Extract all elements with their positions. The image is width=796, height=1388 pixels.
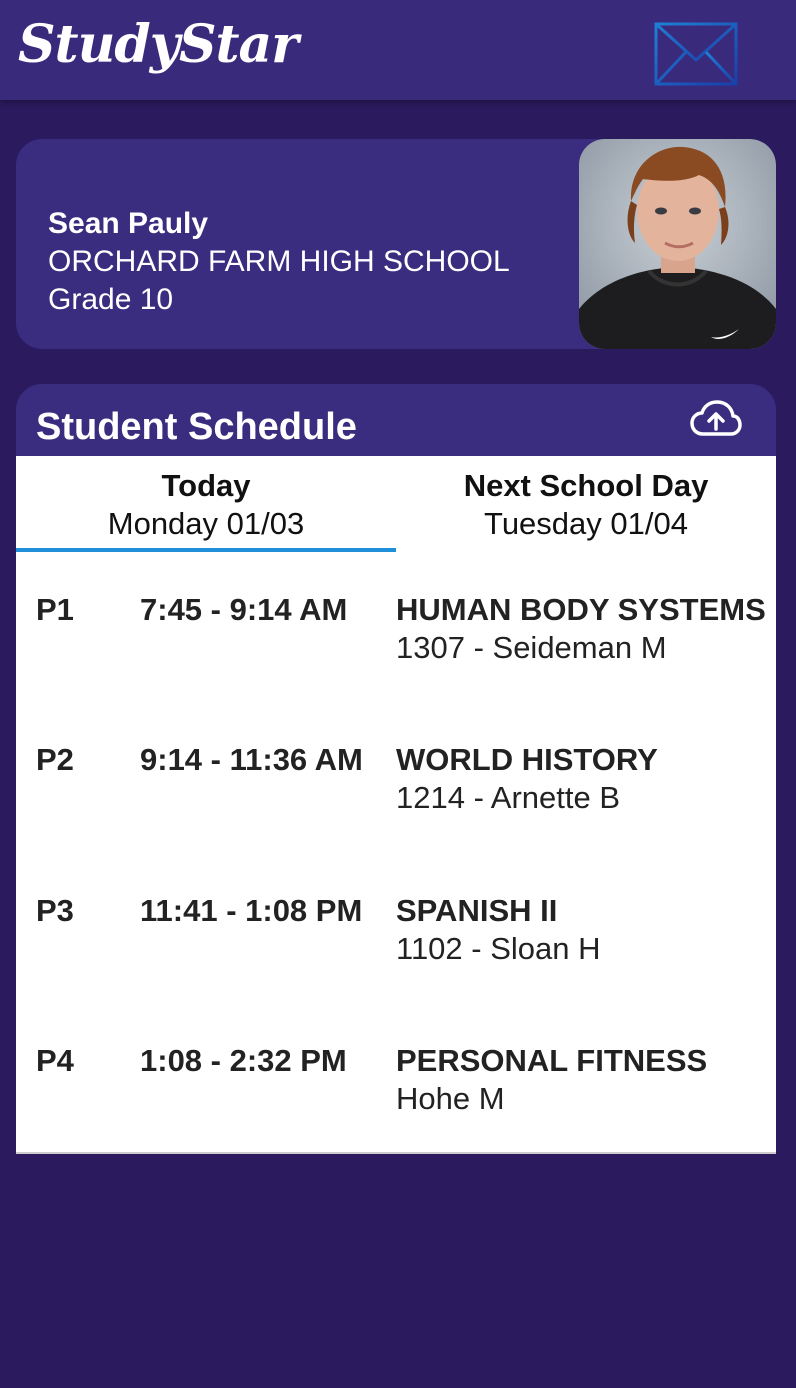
cloud-upload-icon bbox=[690, 400, 742, 436]
schedule-row[interactable]: P1 7:45 - 9:14 AM HUMAN BODY SYSTEMS 130… bbox=[16, 592, 776, 702]
period-number: P2 bbox=[36, 742, 74, 777]
room-teacher: Hohe M bbox=[396, 1081, 505, 1116]
mail-button[interactable] bbox=[654, 22, 738, 86]
tab-label: Next School Day bbox=[463, 468, 709, 503]
room-teacher: 1307 - Seideman M bbox=[396, 630, 667, 665]
app-screen: StudyStar Sean Pauly ORCHARD FARM HIGH S… bbox=[0, 0, 796, 1388]
course-name: PERSONAL FITNESS bbox=[396, 1043, 708, 1078]
tab-date: Tuesday 01/04 bbox=[484, 506, 688, 541]
period-time: 11:41 - 1:08 PM bbox=[140, 893, 363, 928]
tab-today[interactable]: Today Monday 01/03 bbox=[16, 456, 396, 552]
tab-next-school-day[interactable]: Next School Day Tuesday 01/04 bbox=[396, 456, 776, 552]
student-photo bbox=[579, 139, 776, 349]
student-name: Sean Pauly bbox=[48, 207, 209, 240]
tab-date: Monday 01/03 bbox=[107, 506, 305, 541]
schedule-row[interactable]: P3 11:41 - 1:08 PM SPANISH II 1102 - Slo… bbox=[16, 893, 776, 1003]
course-name: SPANISH II bbox=[396, 893, 558, 928]
student-profile-card: Sean Pauly ORCHARD FARM HIGH SCHOOL Grad… bbox=[16, 139, 776, 349]
period-time: 7:45 - 9:14 AM bbox=[140, 592, 348, 627]
period-number: P1 bbox=[36, 592, 74, 627]
course-name: HUMAN BODY SYSTEMS bbox=[396, 592, 766, 627]
course-name: WORLD HISTORY bbox=[396, 742, 658, 777]
schedule-row[interactable]: P4 1:08 - 2:32 PM PERSONAL FITNESS Hohe … bbox=[16, 1043, 776, 1153]
mail-icon bbox=[654, 22, 738, 86]
tab-label: Today bbox=[161, 468, 251, 503]
student-schedule-card: Student Schedule Today Monday 01/03 Next… bbox=[16, 384, 776, 1154]
period-number: P3 bbox=[36, 893, 74, 928]
period-number: P4 bbox=[36, 1043, 74, 1078]
upload-button[interactable] bbox=[690, 400, 742, 440]
app-logo: StudyStar bbox=[18, 14, 299, 75]
school-name: ORCHARD FARM HIGH SCHOOL bbox=[48, 245, 510, 278]
schedule-title: Student Schedule bbox=[36, 406, 357, 448]
period-time: 9:14 - 11:36 AM bbox=[140, 742, 363, 777]
schedule-header: Student Schedule bbox=[16, 384, 776, 456]
student-grade: Grade 10 bbox=[48, 283, 174, 316]
student-info: Sean Pauly ORCHARD FARM HIGH SCHOOL Grad… bbox=[48, 205, 510, 319]
room-teacher: 1102 - Sloan H bbox=[396, 931, 601, 966]
room-teacher: 1214 - Arnette B bbox=[396, 780, 621, 815]
period-time: 1:08 - 2:32 PM bbox=[140, 1043, 347, 1078]
schedule-body: Today Monday 01/03 Next School Day Tuesd… bbox=[16, 456, 776, 1154]
top-app-bar: StudyStar bbox=[0, 0, 796, 100]
schedule-row[interactable]: P2 9:14 - 11:36 AM WORLD HISTORY 1214 - … bbox=[16, 742, 776, 852]
